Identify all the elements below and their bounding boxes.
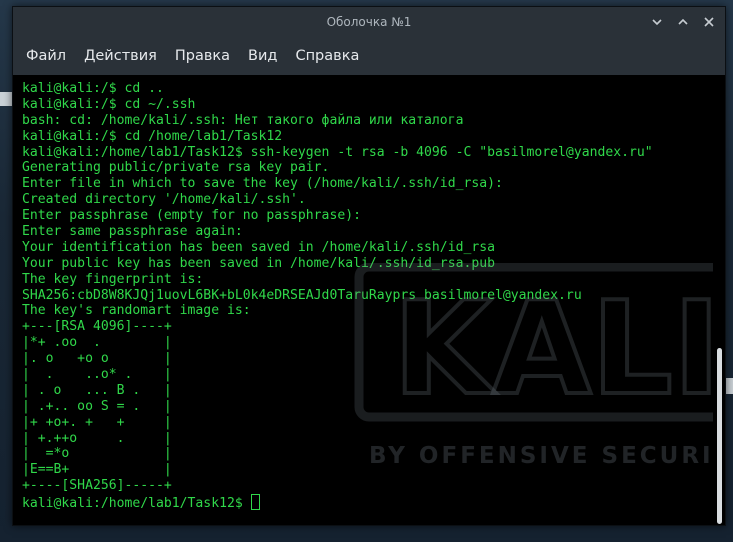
randomart-line: +----[SHA256]-----+ (22, 478, 172, 494)
terminal-line: The key's randomart image is: (22, 303, 251, 319)
menu-bar: Файл Действия Правка Вид Справка (13, 37, 725, 75)
terminal-line: Generating public/private rsa key pair. (22, 160, 330, 176)
chevron-down-icon[interactable] (649, 14, 665, 30)
randomart-line: +---[RSA 4096]----+ (22, 319, 172, 335)
terminal-line: Enter same passphrase again: (22, 224, 243, 240)
randomart-line: | . o ... B . | (22, 382, 172, 398)
terminal-line: Enter passphrase (empty for no passphras… (22, 208, 361, 224)
terminal-line: SHA256:cbD8W8KJQj1uovL6BK+bL0k4eDRSEAJd0… (22, 287, 582, 303)
terminal-line: kali@kali:/$ cd /home/lab1/Task12 (22, 128, 283, 144)
scrollbar-thumb[interactable] (717, 348, 722, 524)
randomart-line: | =*o | (22, 446, 172, 462)
terminal-line: bash: cd: /home/kali/.ssh: Нет такого фа… (22, 112, 464, 128)
randomart-line: |. o +o o | (22, 351, 172, 367)
terminal-window: Оболочка №1 Файл Действия Правка Вид Спр… (12, 6, 726, 526)
randomart-line: |*+ .oo . | (22, 335, 172, 351)
terminal-line: kali@kali:/$ cd .. (22, 81, 164, 96)
wallpaper-stripe (0, 92, 12, 106)
randomart-line: |+ +o+. + + | (22, 414, 172, 430)
close-icon[interactable] (701, 14, 717, 30)
menu-item-edit[interactable]: Правка (175, 48, 230, 64)
window-controls (649, 14, 717, 30)
randomart-line: | +.++o . | (22, 430, 172, 446)
title-bar[interactable]: Оболочка №1 (13, 7, 725, 37)
randomart-line: | . ..o* . | (22, 367, 172, 383)
menu-item-help[interactable]: Справка (295, 48, 359, 64)
terminal-line: Created directory '/home/kali/.ssh'. (22, 192, 306, 208)
terminal-line: kali@kali:/$ cd ~/.ssh (22, 96, 196, 112)
menu-item-view[interactable]: Вид (248, 48, 277, 64)
menu-item-file[interactable]: Файл (26, 48, 66, 64)
prompt-line[interactable]: kali@kali:/home/lab1/Task12$ (22, 494, 713, 512)
randomart-line: | .+.. oo S = . | (22, 398, 172, 414)
text-cursor (250, 494, 260, 511)
scrollbar[interactable] (713, 75, 725, 525)
chevron-up-icon[interactable] (675, 14, 691, 30)
terminal-line: Enter file in which to save the key (/ho… (22, 176, 503, 192)
shell-prompt: kali@kali:/home/lab1/Task12$ (22, 496, 251, 512)
terminal-output[interactable]: KALI BY OFFENSIVE SECURITY kali@kali:/$ … (13, 75, 713, 525)
randomart-line: |E==B+ | (22, 462, 172, 478)
menu-item-actions[interactable]: Действия (84, 48, 157, 64)
terminal-line: Your public key has been saved in /home/… (22, 255, 495, 271)
terminal-line: kali@kali:/home/lab1/Task12$ ssh-keygen … (22, 144, 653, 160)
terminal-line: Your identification has been saved in /h… (22, 239, 495, 255)
terminal-line: The key fingerprint is: (22, 271, 204, 287)
window-title: Оболочка №1 (326, 15, 412, 29)
